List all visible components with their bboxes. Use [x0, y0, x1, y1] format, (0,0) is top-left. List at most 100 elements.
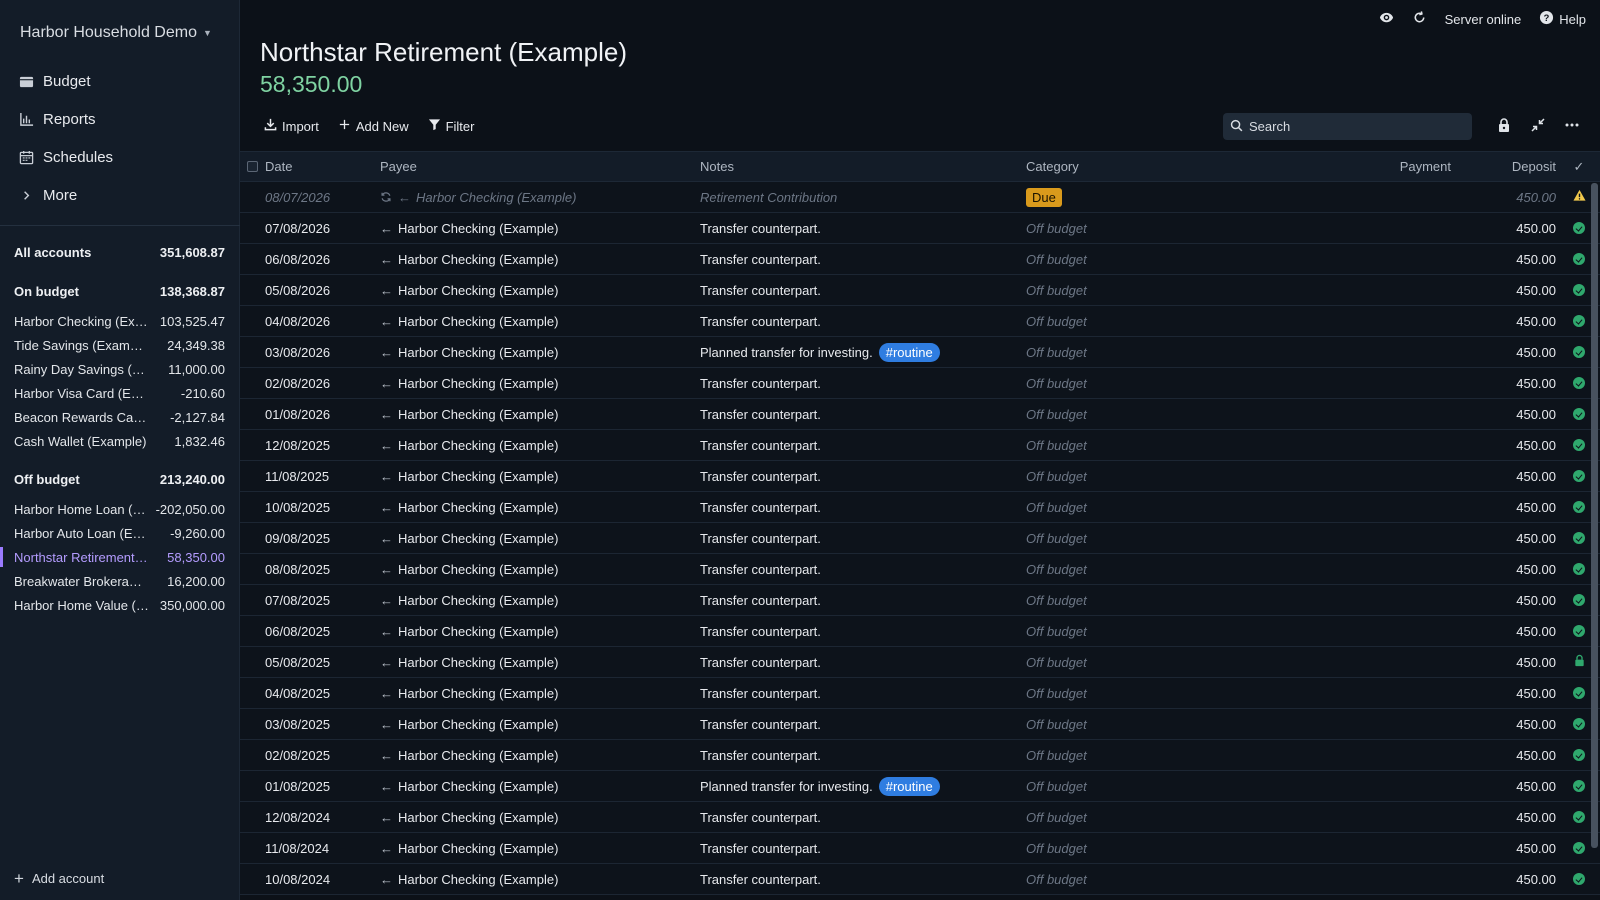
payee-cell[interactable]: ← Harbor Checking (Example)	[374, 283, 700, 298]
cleared-check-icon[interactable]	[1573, 439, 1585, 451]
scrollbar-thumb[interactable]	[1591, 183, 1598, 848]
account-item-active[interactable]: Northstar Retirement (Example) 58,350.00	[0, 545, 240, 569]
table-row[interactable]: 02/08/2026 ← Harbor Checking (Example) Tran…	[240, 368, 1600, 399]
date-cell[interactable]: 10/08/2025	[264, 500, 374, 515]
notes-cell[interactable]: Planned transfer for investing. #routine	[700, 776, 1026, 796]
deposit-cell[interactable]: 450.00	[1451, 407, 1558, 422]
cleared-cell[interactable]	[1558, 873, 1600, 885]
sync-button[interactable]	[1412, 10, 1427, 28]
category-cell[interactable]: Off budget	[1026, 221, 1326, 236]
import-button[interactable]: Import	[264, 118, 319, 134]
notes-cell[interactable]: Transfer counterpart.	[700, 655, 1026, 670]
payee-cell[interactable]: ← Harbor Checking (Example)	[374, 686, 700, 701]
category-cell[interactable]: Off budget	[1026, 779, 1326, 794]
table-row[interactable]: 01/08/2025 ← Harbor Checking (Example) Plan…	[240, 771, 1600, 802]
category-cell[interactable]: Off budget	[1026, 345, 1326, 360]
cleared-check-icon[interactable]	[1573, 408, 1585, 420]
date-cell[interactable]: 01/08/2026	[264, 407, 374, 422]
deposit-cell[interactable]: 450.00	[1451, 221, 1558, 236]
date-cell[interactable]: 07/08/2025	[264, 593, 374, 608]
cleared-check-icon[interactable]	[1573, 563, 1585, 575]
date-cell[interactable]: 02/08/2025	[264, 748, 374, 763]
deposit-cell[interactable]: 450.00	[1451, 686, 1558, 701]
deposit-cell[interactable]: 450.00	[1451, 779, 1558, 794]
cleared-check-icon[interactable]	[1573, 284, 1585, 296]
add-account-button[interactable]: + Add account	[14, 870, 104, 887]
date-cell[interactable]: 04/08/2025	[264, 686, 374, 701]
column-header-deposit[interactable]: Deposit	[1451, 159, 1558, 174]
payee-cell[interactable]: ← Harbor Checking (Example)	[374, 841, 700, 856]
sidebar-item-budget[interactable]: Budget	[0, 62, 240, 100]
table-row[interactable]: 03/08/2026 ← Harbor Checking (Example) Plan…	[240, 337, 1600, 368]
table-row[interactable]: 06/08/2026 ← Harbor Checking (Example) Tran…	[240, 244, 1600, 275]
date-cell[interactable]: 05/08/2025	[264, 655, 374, 670]
table-row[interactable]: 01/08/2026 ← Harbor Checking (Example) Tran…	[240, 399, 1600, 430]
deposit-cell[interactable]: 450.00	[1451, 624, 1558, 639]
notes-cell[interactable]: Transfer counterpart.	[700, 221, 1026, 236]
deposit-cell[interactable]: 450.00	[1451, 314, 1558, 329]
payee-cell[interactable]: ← Harbor Checking (Example)	[374, 407, 700, 422]
notes-cell[interactable]: Transfer counterpart.	[700, 717, 1026, 732]
cleared-check-icon[interactable]	[1573, 532, 1585, 544]
category-cell[interactable]: Off budget	[1026, 314, 1326, 329]
table-row[interactable]: 06/08/2025 ← Harbor Checking (Example) Tran…	[240, 616, 1600, 647]
deposit-cell[interactable]: 450.00	[1451, 376, 1558, 391]
account-item[interactable]: Harbor Home Loan (Example) -202,050.00	[0, 497, 240, 521]
cleared-check-icon[interactable]	[1573, 625, 1585, 637]
table-row[interactable]: 07/08/2026 ← Harbor Checking (Example) Tran…	[240, 213, 1600, 244]
category-cell[interactable]: Off budget	[1026, 500, 1326, 515]
account-item[interactable]: Harbor Visa Card (Example) -210.60	[0, 381, 240, 405]
category-cell[interactable]: Off budget	[1026, 748, 1326, 763]
table-row[interactable]: 02/08/2025 ← Harbor Checking (Example) Tran…	[240, 740, 1600, 771]
category-cell[interactable]: Off budget	[1026, 810, 1326, 825]
table-row[interactable]: 11/08/2025 ← Harbor Checking (Example) Tran…	[240, 461, 1600, 492]
account-group-on-budget[interactable]: On budget 138,368.87	[0, 279, 240, 303]
cleared-check-icon[interactable]	[1573, 501, 1585, 513]
category-cell[interactable]: Off budget	[1026, 252, 1326, 267]
deposit-cell[interactable]: 450.00	[1451, 438, 1558, 453]
payee-cell[interactable]: ← Harbor Checking (Example)	[374, 655, 700, 670]
category-cell[interactable]: Off budget	[1026, 686, 1326, 701]
category-cell[interactable]: Off budget	[1026, 469, 1326, 484]
notes-cell[interactable]: Transfer counterpart.	[700, 593, 1026, 608]
help-button[interactable]: ? Help	[1539, 10, 1586, 28]
category-cell[interactable]: Off budget	[1026, 655, 1326, 670]
date-cell[interactable]: 06/08/2025	[264, 624, 374, 639]
payee-cell[interactable]: ← Harbor Checking (Example)	[374, 717, 700, 732]
notes-cell[interactable]: Transfer counterpart.	[700, 562, 1026, 577]
cleared-check-icon[interactable]	[1573, 687, 1585, 699]
category-cell[interactable]: Due	[1026, 187, 1326, 207]
notes-cell[interactable]: Transfer counterpart.	[700, 686, 1026, 701]
notes-cell[interactable]: Transfer counterpart.	[700, 841, 1026, 856]
deposit-cell[interactable]: 450.00	[1451, 810, 1558, 825]
notes-cell[interactable]: Transfer counterpart.	[700, 500, 1026, 515]
cleared-check-icon[interactable]	[1573, 253, 1585, 265]
table-row[interactable]: 11/08/2024 ← Harbor Checking (Example) Tran…	[240, 833, 1600, 864]
cleared-check-icon[interactable]	[1573, 594, 1585, 606]
deposit-cell[interactable]: 450.00	[1451, 872, 1558, 887]
column-header-payee[interactable]: Payee	[374, 159, 700, 174]
table-row[interactable]: 05/08/2026 ← Harbor Checking (Example) Tran…	[240, 275, 1600, 306]
table-row[interactable]: 10/08/2024 ← Harbor Checking (Example) Tran…	[240, 864, 1600, 895]
payee-cell[interactable]: ← Harbor Checking (Example)	[374, 314, 700, 329]
notes-cell[interactable]: Transfer counterpart.	[700, 407, 1026, 422]
date-cell[interactable]: 03/08/2026	[264, 345, 374, 360]
notes-cell[interactable]: Planned transfer for investing. #routine	[700, 342, 1026, 362]
table-row[interactable]: 07/08/2025 ← Harbor Checking (Example) Tran…	[240, 585, 1600, 616]
category-cell[interactable]: Off budget	[1026, 283, 1326, 298]
table-row[interactable]: 09/08/2025 ← Harbor Checking (Example) Tran…	[240, 523, 1600, 554]
deposit-cell[interactable]: 450.00	[1451, 593, 1558, 608]
table-row[interactable]: 05/08/2025 ← Harbor Checking (Example) Tran…	[240, 647, 1600, 678]
notes-cell[interactable]: Transfer counterpart.	[700, 531, 1026, 546]
table-row[interactable]: 12/08/2024 ← Harbor Checking (Example) Tran…	[240, 802, 1600, 833]
date-cell[interactable]: 09/08/2025	[264, 531, 374, 546]
payee-cell[interactable]: ← Harbor Checking (Example)	[374, 624, 700, 639]
lock-icon[interactable]	[1573, 654, 1586, 670]
date-cell[interactable]: 03/08/2025	[264, 717, 374, 732]
payee-cell[interactable]: ← Harbor Checking (Example)	[374, 376, 700, 391]
deposit-cell[interactable]: 450.00	[1451, 252, 1558, 267]
category-cell[interactable]: Off budget	[1026, 593, 1326, 608]
table-row[interactable]: 10/08/2025 ← Harbor Checking (Example) Tran…	[240, 492, 1600, 523]
table-row[interactable]: 08/08/2025 ← Harbor Checking (Example) Tran…	[240, 554, 1600, 585]
column-header-payment[interactable]: Payment	[1326, 159, 1451, 174]
